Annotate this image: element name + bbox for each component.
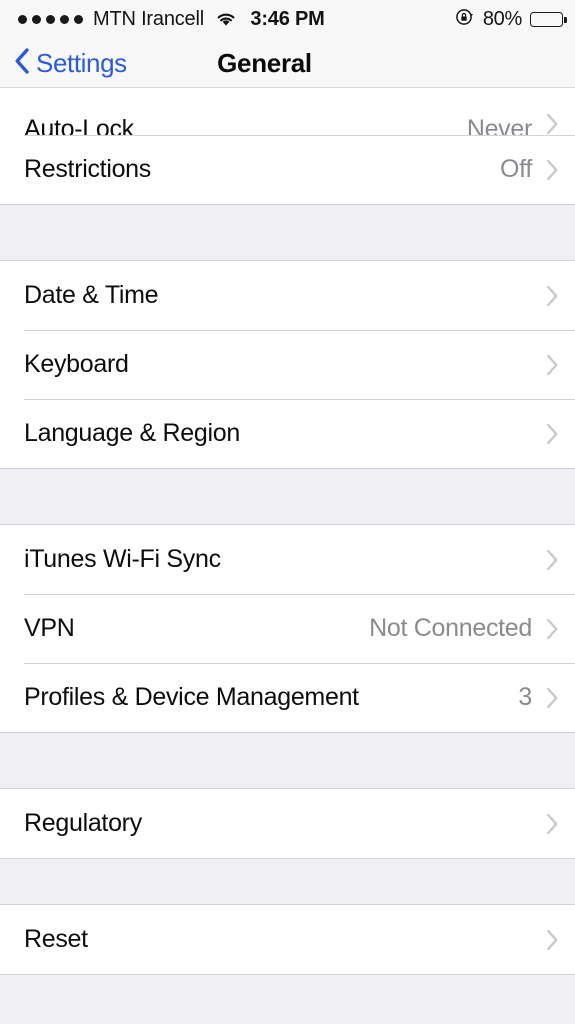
row-label: Regulatory [24,809,142,837]
battery-icon [530,11,567,27]
navigation-bar: Settings General [0,38,575,88]
settings-row-profiles-device-management[interactable]: Profiles & Device Management 3 [0,663,575,732]
status-bar-right: 80% [455,7,567,32]
settings-row-restrictions[interactable]: Restrictions Off [0,135,575,204]
settings-group: Auto-Lock Never Restrictions Off [0,88,575,205]
row-value: 3 [518,683,532,711]
settings-row-keyboard[interactable]: Keyboard [0,330,575,399]
rotation-lock-icon [455,7,475,32]
bottom-background [0,974,575,1024]
chevron-right-icon [546,813,559,835]
chevron-right-icon [546,354,559,376]
row-value: Not Connected [369,614,532,642]
group-spacer [0,469,575,524]
chevron-right-icon [546,687,559,709]
settings-general-screen: MTN Irancell 3:46 PM 80% Settings Genera… [0,0,575,1024]
row-label: iTunes Wi-Fi Sync [24,545,221,573]
chevron-right-icon [546,285,559,307]
row-label: Keyboard [24,350,129,378]
page-title: General [217,47,312,78]
group-spacer [0,733,575,788]
chevron-right-icon [546,618,559,640]
row-label: Language & Region [24,419,240,447]
chevron-right-icon [546,929,559,951]
settings-row-language-region[interactable]: Language & Region [0,399,575,468]
settings-row-reset[interactable]: Reset [0,905,575,974]
row-label: Reset [24,925,88,953]
battery-percent-label: 80% [482,7,522,30]
settings-row-auto-lock[interactable]: Auto-Lock Never [0,88,575,143]
settings-group: Regulatory [0,788,575,859]
row-value: Off [500,155,532,183]
chevron-right-icon [546,159,559,181]
row-label: Profiles & Device Management [24,683,359,711]
settings-list: Auto-Lock Never Restrictions Off Date & Time… [0,88,575,975]
settings-row-regulatory[interactable]: Regulatory [0,789,575,858]
row-label: Restrictions [24,155,151,183]
settings-row-vpn[interactable]: VPN Not Connected [0,594,575,663]
settings-row-itunes-wi-fi-sync[interactable]: iTunes Wi-Fi Sync [0,525,575,594]
chevron-right-icon [546,549,559,571]
chevron-right-icon [546,113,559,135]
group-spacer [0,859,575,904]
row-label: Date & Time [24,281,159,309]
group-spacer [0,205,575,260]
settings-row-date-time[interactable]: Date & Time [0,261,575,330]
row-label: VPN [24,614,75,642]
settings-group: Date & Time Keyboard Language & Region [0,260,575,469]
settings-group: Reset [0,904,575,975]
chevron-right-icon [546,423,559,445]
status-bar: MTN Irancell 3:46 PM 80% [0,0,575,38]
settings-group: iTunes Wi-Fi Sync VPN Not Connected Profile… [0,524,575,733]
